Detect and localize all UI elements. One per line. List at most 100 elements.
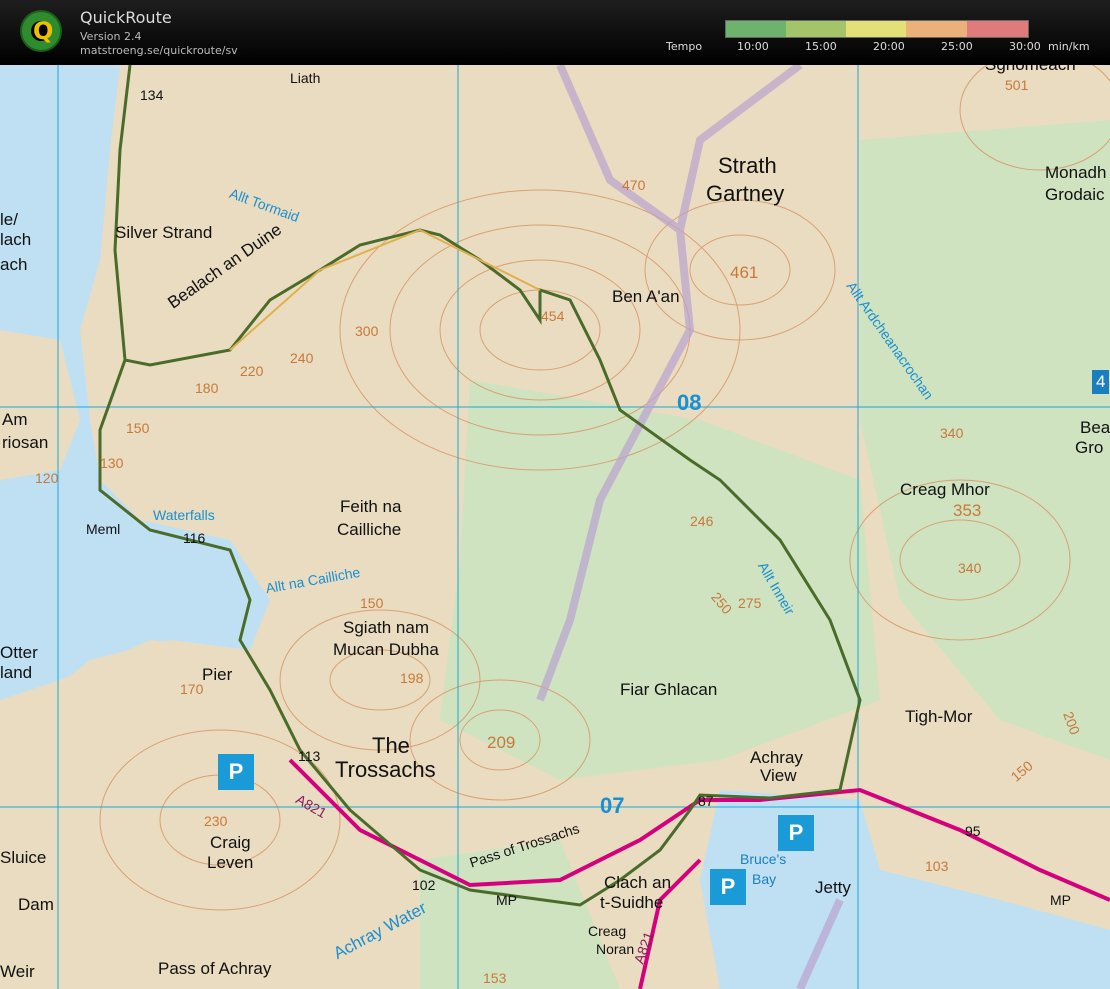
- map-canvas[interactable]: Liath 134 Sgriomeach 501 Strath Gartney …: [0, 65, 1110, 989]
- place-label: Gro: [1075, 438, 1104, 457]
- scale-segment: [906, 21, 967, 37]
- place-label: Silver Strand: [115, 223, 213, 242]
- scale-tick: 25:00: [941, 40, 973, 53]
- header-bar: Q QuickRoute Version 2.4 matstroeng.se/q…: [0, 0, 1110, 65]
- height-label: 230: [204, 813, 228, 829]
- place-label: Achray: [750, 748, 803, 767]
- tempo-label: Tempo: [666, 40, 703, 53]
- height-label: 454: [541, 308, 565, 324]
- place-label: le/: [0, 210, 18, 229]
- height-label: 180: [195, 380, 219, 396]
- height-label: 209: [487, 733, 516, 752]
- height-label: 198: [400, 670, 424, 686]
- place-label: Tigh-Mor: [905, 707, 973, 726]
- height-label: 120: [35, 470, 59, 486]
- height-label: 87: [698, 793, 714, 809]
- app-title: QuickRoute: [80, 8, 172, 27]
- place-label: Bay: [752, 871, 777, 887]
- place-label: lach: [0, 230, 32, 249]
- place-label: Otter: [0, 643, 38, 662]
- height-label: 116: [183, 530, 206, 546]
- grid-label: 07: [600, 793, 625, 818]
- place-label: Gartney: [706, 181, 785, 206]
- height-label: 102: [412, 877, 436, 893]
- scale-segment: [786, 21, 846, 37]
- height-label: 103: [925, 858, 949, 874]
- label-mp: MP: [1050, 892, 1071, 908]
- place-label: Dam: [18, 895, 54, 914]
- place-label: Pass of Achray: [158, 959, 272, 978]
- scale-segment: [726, 21, 786, 37]
- place-label: Creag Mhor: [900, 480, 990, 499]
- loch-achray-water: [700, 790, 1110, 989]
- place-label: Noran: [596, 941, 635, 957]
- height-label: 275: [738, 595, 762, 611]
- app-version: Version 2.4: [80, 30, 142, 43]
- quickroute-logo-icon: Q: [20, 10, 62, 52]
- height-label: 130: [100, 455, 124, 471]
- place-label: Am: [2, 410, 28, 429]
- place-label: Weir: [0, 962, 35, 981]
- scale-tick: 30:00: [1009, 40, 1041, 53]
- height-label: 134: [140, 87, 164, 103]
- height-label: 501: [1005, 77, 1029, 93]
- parking-icon: P: [218, 754, 254, 790]
- place-label: Trossachs: [335, 757, 436, 782]
- height-label: 340: [958, 560, 982, 576]
- parking-icon: P: [778, 815, 814, 851]
- place-label: Jetty: [815, 878, 851, 897]
- place-label: Bea: [1080, 418, 1110, 437]
- place-label: ach: [0, 255, 28, 274]
- height-label: 220: [240, 363, 264, 379]
- scale-segment: [846, 21, 906, 37]
- place-label: Cailliche: [337, 520, 402, 539]
- place-label: land: [0, 663, 33, 682]
- tempo-color-scale: [725, 20, 1029, 38]
- place-label: Mucan Dubha: [333, 640, 439, 659]
- height-label: 353: [953, 501, 982, 520]
- map-graphics: [0, 65, 1110, 989]
- place-label: Monadh: [1045, 163, 1107, 182]
- place-label: Bruce's: [740, 851, 787, 867]
- height-label: 150: [360, 595, 384, 611]
- feature-label: Waterfalls: [153, 507, 215, 523]
- height-label: 246: [690, 513, 714, 529]
- scale-tick: 10:00: [737, 40, 769, 53]
- place-label: Leven: [207, 853, 254, 872]
- scale-segment: [967, 21, 1028, 37]
- place-label: Pier: [202, 665, 233, 684]
- place-label: Clach an: [604, 873, 672, 892]
- place-label: Grodaic: [1045, 185, 1105, 204]
- place-label: Creag: [588, 923, 627, 939]
- scale-tick: 15:00: [805, 40, 837, 53]
- forest-area: [420, 840, 620, 989]
- forest-area: [860, 120, 1110, 760]
- scale-unit: min/km: [1048, 40, 1090, 53]
- label-mp: MP: [496, 892, 517, 908]
- place-label: Craig: [210, 833, 251, 852]
- height-label: 95: [965, 823, 981, 839]
- scale-tick: 20:00: [873, 40, 905, 53]
- parking-icon: P: [710, 869, 746, 905]
- place-label: Meml: [86, 521, 121, 537]
- place-label: t-Suidhe: [600, 893, 664, 912]
- height-label: 113: [298, 748, 321, 764]
- height-label: 240: [290, 350, 314, 366]
- height-label: 470: [622, 177, 646, 193]
- svg-text:Q: Q: [33, 17, 53, 45]
- gps-route-highlight: [229, 228, 541, 351]
- place-label: Feith na: [340, 497, 402, 516]
- place-label: Liath: [290, 70, 321, 86]
- place-label: View: [760, 766, 797, 785]
- place-label: Sgiath nam: [343, 618, 429, 637]
- place-label: The: [372, 733, 410, 758]
- summit-label: Ben A'an: [612, 287, 680, 306]
- height-label: 150: [126, 420, 150, 436]
- height-label: 340: [940, 425, 964, 441]
- place-label: Strath: [718, 153, 777, 178]
- grid-label: 08: [677, 390, 702, 415]
- place-label: Sgriomeach: [985, 65, 1076, 75]
- place-label: Sluice: [0, 848, 47, 867]
- app-url: matstroeng.se/quickroute/sv: [80, 44, 238, 57]
- place-label: Fiar Ghlacan: [620, 680, 718, 699]
